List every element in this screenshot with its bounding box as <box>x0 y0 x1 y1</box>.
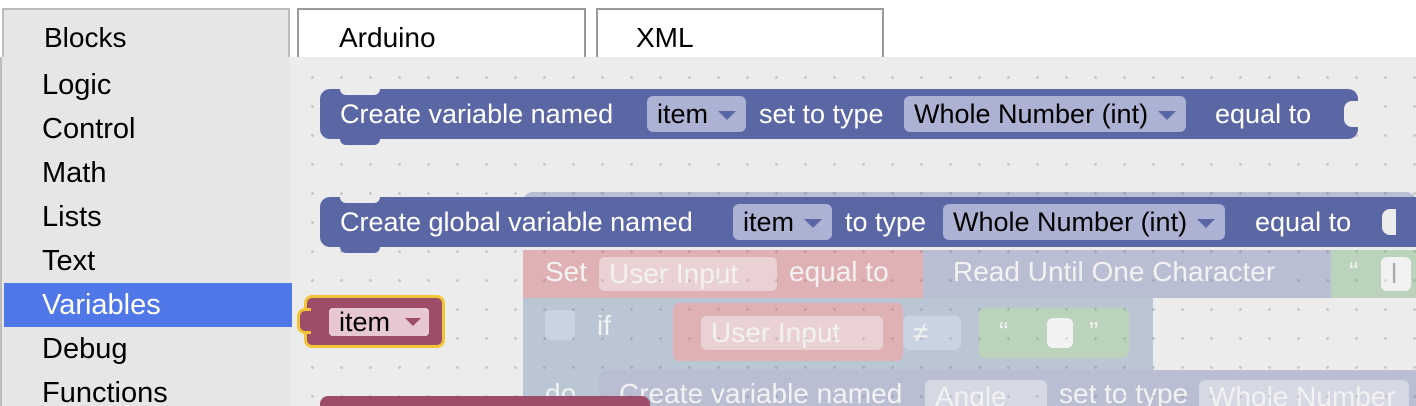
global-variable-type-dropdown[interactable]: Whole Number (int) <box>943 204 1226 240</box>
tab-blocks-label: Blocks <box>44 22 127 53</box>
global-variable-name-value: item <box>743 207 795 237</box>
category-text[interactable]: Text <box>4 239 292 283</box>
category-label: Text <box>42 245 96 277</box>
bg-cmp-var: User Input <box>701 316 883 350</box>
bg-empty-text <box>1047 318 1073 348</box>
chevron-down-icon <box>405 318 421 326</box>
category-control[interactable]: Control <box>4 107 292 151</box>
variable-type-value: Whole Number (int) <box>914 99 1149 129</box>
tab-xml-label: XML <box>636 22 694 53</box>
bg-quote-right: ” <box>1089 316 1099 347</box>
category-label: Logic <box>42 69 112 101</box>
output-plug <box>297 308 311 334</box>
bg-do-prefix: Create variable named <box>619 378 903 406</box>
category-lists[interactable]: Lists <box>4 195 292 239</box>
bg-do-middle: set to type <box>1059 378 1189 406</box>
global-variable-name-dropdown[interactable]: item <box>733 204 833 240</box>
tab-xml[interactable]: XML <box>596 8 884 58</box>
value-input-socket <box>1344 101 1358 127</box>
category-label: Lists <box>42 201 102 233</box>
global-variable-type-value: Whole Number (int) <box>953 207 1188 237</box>
block-bump <box>340 246 380 253</box>
tab-blocks[interactable]: Blocks <box>2 8 290 58</box>
block-notch <box>340 89 380 95</box>
create-variable-suffix: equal to <box>1215 99 1312 129</box>
bg-quote-open: “ <box>1349 256 1359 287</box>
block-notch <box>340 197 380 203</box>
value-input-socket <box>1382 209 1396 235</box>
gear-icon[interactable] <box>545 310 575 340</box>
chevron-down-icon <box>1197 219 1216 228</box>
chevron-down-icon <box>718 111 737 120</box>
category-variables[interactable]: Variables <box>4 283 292 327</box>
create-variable-block[interactable]: Create variable named item set to type W… <box>320 89 1358 145</box>
bg-set-equal: equal to <box>789 256 889 287</box>
tab-arduino[interactable]: Arduino <box>297 8 586 58</box>
bg-quote-char: l <box>1381 257 1411 291</box>
toolbox-sidebar: Logic Control Math Lists Text Variables … <box>0 57 292 406</box>
getter-variable-dropdown[interactable]: item <box>329 308 429 336</box>
category-functions[interactable]: Functions <box>4 371 292 406</box>
category-math[interactable]: Math <box>4 151 292 195</box>
bg-set-label: Set <box>545 256 588 287</box>
bg-set-var: User Input <box>599 257 777 291</box>
category-label: Functions <box>42 377 168 406</box>
bg-do-type: Whole Number <box>1199 380 1409 406</box>
category-logic[interactable]: Logic <box>4 63 292 107</box>
variable-name-value: item <box>657 99 709 129</box>
variable-name-dropdown[interactable]: item <box>647 96 747 132</box>
bg-quote-left: “ <box>999 316 1009 347</box>
bg-read-label: Read Until One Character <box>953 256 1276 287</box>
variable-setter-block[interactable] <box>320 396 650 406</box>
category-label: Control <box>42 113 136 145</box>
create-global-middle: to type <box>845 207 927 237</box>
block-bump <box>340 138 380 145</box>
chevron-down-icon <box>804 219 823 228</box>
tab-bar: Blocks Arduino XML <box>0 0 1416 58</box>
bg-cmp-op: ≠ <box>903 316 961 350</box>
chevron-down-icon <box>1158 111 1177 120</box>
category-label: Variables <box>42 289 161 321</box>
category-label: Debug <box>42 333 128 365</box>
category-label: Math <box>42 157 107 189</box>
getter-variable-value: item <box>339 307 391 337</box>
create-global-variable-block[interactable]: Create global variable named item to typ… <box>320 197 1416 253</box>
tab-arduino-label: Arduino <box>339 22 436 53</box>
bg-do-var: Angle <box>925 380 1047 406</box>
category-debug[interactable]: Debug <box>4 327 292 371</box>
bg-if-label: if <box>597 310 611 341</box>
variable-type-dropdown[interactable]: Whole Number (int) <box>904 96 1187 132</box>
create-variable-middle: set to type <box>759 99 884 129</box>
create-variable-prefix: Create variable named <box>340 99 614 129</box>
create-global-prefix: Create global variable named <box>340 207 693 237</box>
create-global-suffix: equal to <box>1255 207 1352 237</box>
